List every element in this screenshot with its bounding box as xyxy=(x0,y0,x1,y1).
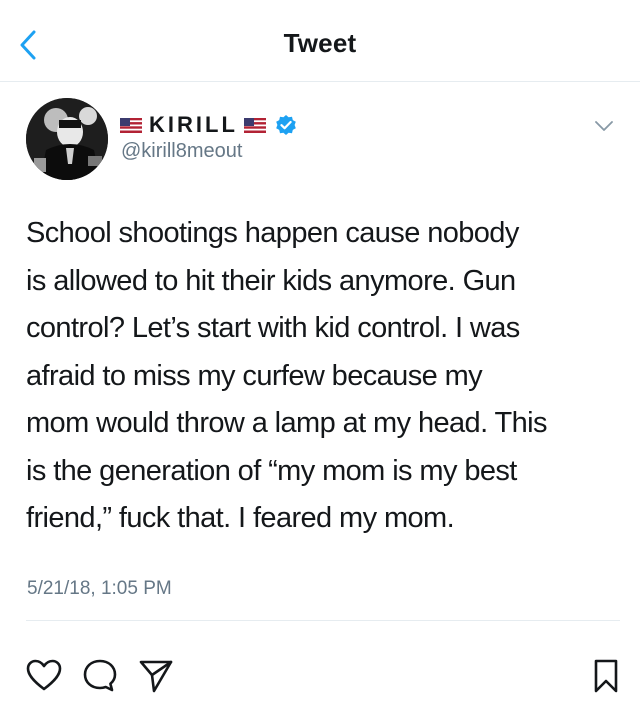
author-handle[interactable]: @kirill8meout xyxy=(121,140,242,163)
tweet-text: School shootings happen cause nobody is … xyxy=(26,210,618,543)
verified-badge-icon xyxy=(276,115,296,135)
us-flag-icon xyxy=(243,117,266,133)
comment-icon xyxy=(83,659,117,692)
tweet-text-line: is allowed to hit their kids anymore. Gu… xyxy=(26,264,516,297)
page-title: Tweet xyxy=(283,28,357,58)
tweet-text-line: mom would throw a lamp at my head. This xyxy=(26,407,547,439)
tweet-text-line: is the generation of “my mom is my best xyxy=(26,454,517,487)
bookmark-icon xyxy=(594,659,618,693)
comment-button[interactable] xyxy=(80,656,120,696)
tweet-text-line: afraid to miss my curfew because my xyxy=(26,359,483,392)
tweet-timestamp: 5/21/18, 1:05 PM xyxy=(27,578,172,599)
us-flag-icon xyxy=(120,117,142,133)
author-name-row[interactable]: KIRILL xyxy=(118,112,297,138)
tweet-text-line: friend,” fuck that. I feared my mom. xyxy=(26,502,455,534)
tweet-text-line: School shootings happen cause nobody xyxy=(26,217,519,249)
heart-icon xyxy=(26,659,62,691)
avatar[interactable] xyxy=(26,98,108,180)
like-button[interactable] xyxy=(24,656,64,696)
top-bar: Tweet xyxy=(0,0,640,82)
author-display-name: KIRILL xyxy=(149,112,238,137)
share-button[interactable] xyxy=(136,656,176,696)
tweet-text-line: control? Let’s start with kid control. I… xyxy=(26,312,520,344)
chevron-down-icon xyxy=(595,121,613,131)
avatar-image xyxy=(26,98,108,180)
more-options-button[interactable] xyxy=(592,116,616,136)
bookmark-button[interactable] xyxy=(586,656,626,696)
share-icon xyxy=(139,660,173,693)
divider xyxy=(26,620,620,621)
